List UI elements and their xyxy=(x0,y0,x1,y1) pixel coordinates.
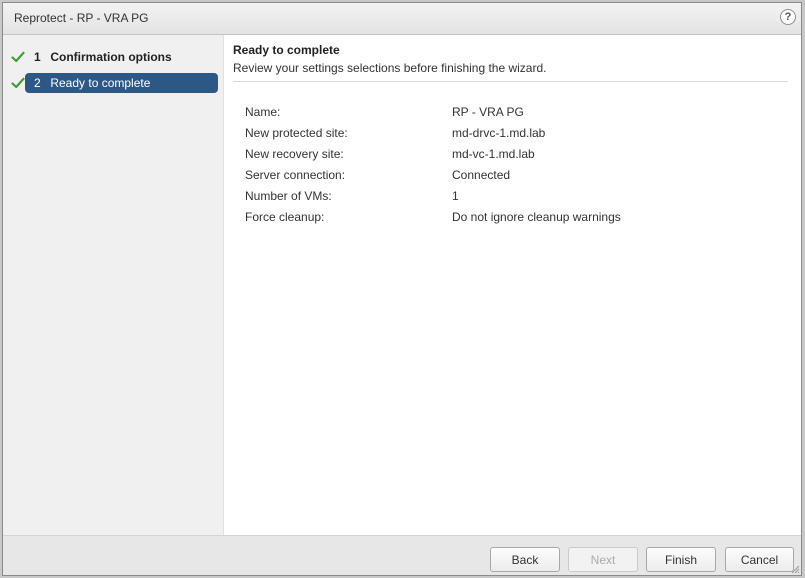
wizard-content: Ready to complete Review your settings s… xyxy=(224,35,801,535)
summary-value: md-drvc-1.md.lab xyxy=(452,126,546,140)
wizard-steps-sidebar: 1 Confirmation options 2 Ready to comple… xyxy=(3,35,224,535)
step-ready-to-complete[interactable]: 2 Ready to complete xyxy=(3,73,223,93)
summary-value: RP - VRA PG xyxy=(452,105,524,119)
next-button[interactable]: Next xyxy=(568,547,638,572)
page-title: Ready to complete xyxy=(233,43,340,57)
resize-grip-icon[interactable] xyxy=(790,564,800,574)
step-confirmation-options[interactable]: 1 Confirmation options xyxy=(3,47,223,67)
summary-key: New recovery site: xyxy=(245,147,344,161)
cancel-button[interactable]: Cancel xyxy=(725,547,794,572)
step-pill[interactable]: 2 Ready to complete xyxy=(25,73,218,93)
title-bar[interactable]: Reprotect - RP - VRA PG ? xyxy=(3,3,801,35)
summary-row-name: Name: RP - VRA PG xyxy=(245,105,745,126)
summary-key: New protected site: xyxy=(245,126,348,140)
summary-value: md-vc-1.md.lab xyxy=(452,147,535,161)
dialog-footer: Back Next Finish Cancel xyxy=(3,535,801,575)
summary-key: Server connection: xyxy=(245,168,346,182)
step-number: 2 xyxy=(34,76,41,90)
summary-key: Force cleanup: xyxy=(245,210,325,224)
summary-row-recovery-site: New recovery site: md-vc-1.md.lab xyxy=(245,147,745,168)
divider xyxy=(233,81,788,82)
dialog-title: Reprotect - RP - VRA PG xyxy=(14,11,149,25)
summary-row-number-of-vms: Number of VMs: 1 xyxy=(245,189,745,210)
back-button[interactable]: Back xyxy=(490,547,560,572)
step-pill[interactable]: 1 Confirmation options xyxy=(25,47,218,67)
summary-row-protected-site: New protected site: md-drvc-1.md.lab xyxy=(245,126,745,147)
step-label: Ready to complete xyxy=(50,76,151,90)
summary-key: Number of VMs: xyxy=(245,189,332,203)
summary-value: Do not ignore cleanup warnings xyxy=(452,210,621,224)
page-subtitle: Review your settings selections before f… xyxy=(233,61,547,75)
summary-key: Name: xyxy=(245,105,281,119)
checkmark-icon xyxy=(11,51,25,63)
summary-table: Name: RP - VRA PG New protected site: md… xyxy=(245,105,745,231)
summary-row-server-connection: Server connection: Connected xyxy=(245,168,745,189)
help-icon[interactable]: ? xyxy=(780,9,796,25)
finish-button[interactable]: Finish xyxy=(646,547,716,572)
summary-row-force-cleanup: Force cleanup: Do not ignore cleanup war… xyxy=(245,210,745,231)
checkmark-icon xyxy=(11,77,25,89)
step-label: Confirmation options xyxy=(50,50,172,64)
step-number: 1 xyxy=(34,50,41,64)
reprotect-dialog: Reprotect - RP - VRA PG ? 1 Confirmation… xyxy=(2,2,802,576)
summary-value: 1 xyxy=(452,189,459,203)
summary-value: Connected xyxy=(452,168,511,182)
